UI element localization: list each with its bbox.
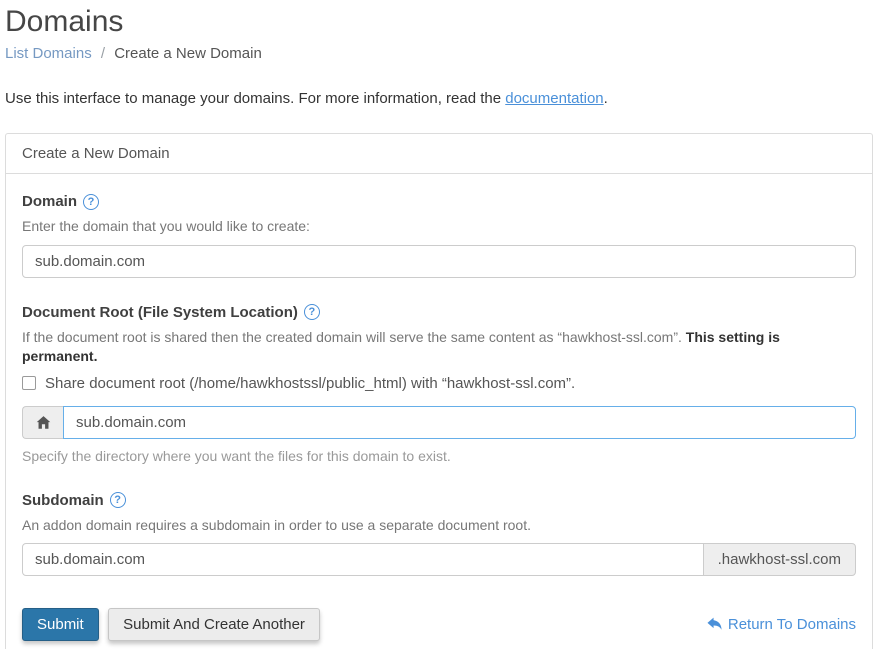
document-root-hint-below: Specify the directory where you want the… <box>22 447 856 466</box>
page: Domains List Domains / Create a New Doma… <box>0 0 878 649</box>
breadcrumb-separator: / <box>101 45 105 62</box>
intro-text-after: . <box>604 90 608 107</box>
intro-text: Use this interface to manage your domain… <box>5 90 873 107</box>
subdomain-hint: An addon domain requires a subdomain in … <box>22 516 856 535</box>
domain-label: Domain <box>22 193 77 210</box>
submit-button[interactable]: Submit <box>22 608 99 641</box>
breadcrumb: List Domains / Create a New Domain <box>5 45 873 62</box>
reply-arrow-icon <box>707 617 722 632</box>
subdomain-input-group: .hawkhost-ssl.com <box>22 543 856 576</box>
document-root-input-group <box>22 406 856 439</box>
submit-buttons: Submit Submit And Create Another <box>22 608 320 641</box>
document-root-label: Document Root (File System Location) <box>22 304 298 321</box>
actions-row: Submit Submit And Create Another Return … <box>22 608 856 641</box>
create-domain-panel: Create a New Domain Domain ? Enter the d… <box>5 133 873 649</box>
breadcrumb-current: Create a New Domain <box>114 45 262 62</box>
domain-form-group: Domain ? Enter the domain that you would… <box>22 193 856 278</box>
submit-and-create-another-button[interactable]: Submit And Create Another <box>108 608 320 641</box>
document-root-hint-normal: If the document root is shared then the … <box>22 329 686 345</box>
breadcrumb-link-list-domains[interactable]: List Domains <box>5 45 92 62</box>
share-docroot-row[interactable]: Share document root (/home/hawkhostssl/p… <box>22 375 856 392</box>
help-icon[interactable]: ? <box>83 194 99 210</box>
subdomain-label: Subdomain <box>22 492 104 509</box>
share-docroot-label: Share document root (/home/hawkhostssl/p… <box>45 375 575 392</box>
intro-text-before: Use this interface to manage your domain… <box>5 90 505 107</box>
help-icon[interactable]: ? <box>304 304 320 320</box>
document-root-form-group: Document Root (File System Location) ? I… <box>22 304 856 466</box>
panel-heading: Create a New Domain <box>6 134 872 174</box>
return-link-label: Return To Domains <box>728 616 856 633</box>
documentation-link[interactable]: documentation <box>505 90 603 107</box>
home-icon <box>22 406 63 439</box>
return-to-domains-link[interactable]: Return To Domains <box>707 616 856 633</box>
subdomain-form-group: Subdomain ? An addon domain requires a s… <box>22 492 856 577</box>
subdomain-suffix: .hawkhost-ssl.com <box>703 543 856 576</box>
document-root-input[interactable] <box>63 406 856 439</box>
document-root-hint: If the document root is shared then the … <box>22 328 856 366</box>
help-icon[interactable]: ? <box>110 492 126 508</box>
subdomain-input[interactable] <box>22 543 704 576</box>
panel-body: Domain ? Enter the domain that you would… <box>6 174 872 649</box>
domain-hint: Enter the domain that you would like to … <box>22 217 856 236</box>
share-docroot-checkbox[interactable] <box>22 376 36 390</box>
page-title: Domains <box>5 5 873 38</box>
domain-input[interactable] <box>22 245 856 278</box>
